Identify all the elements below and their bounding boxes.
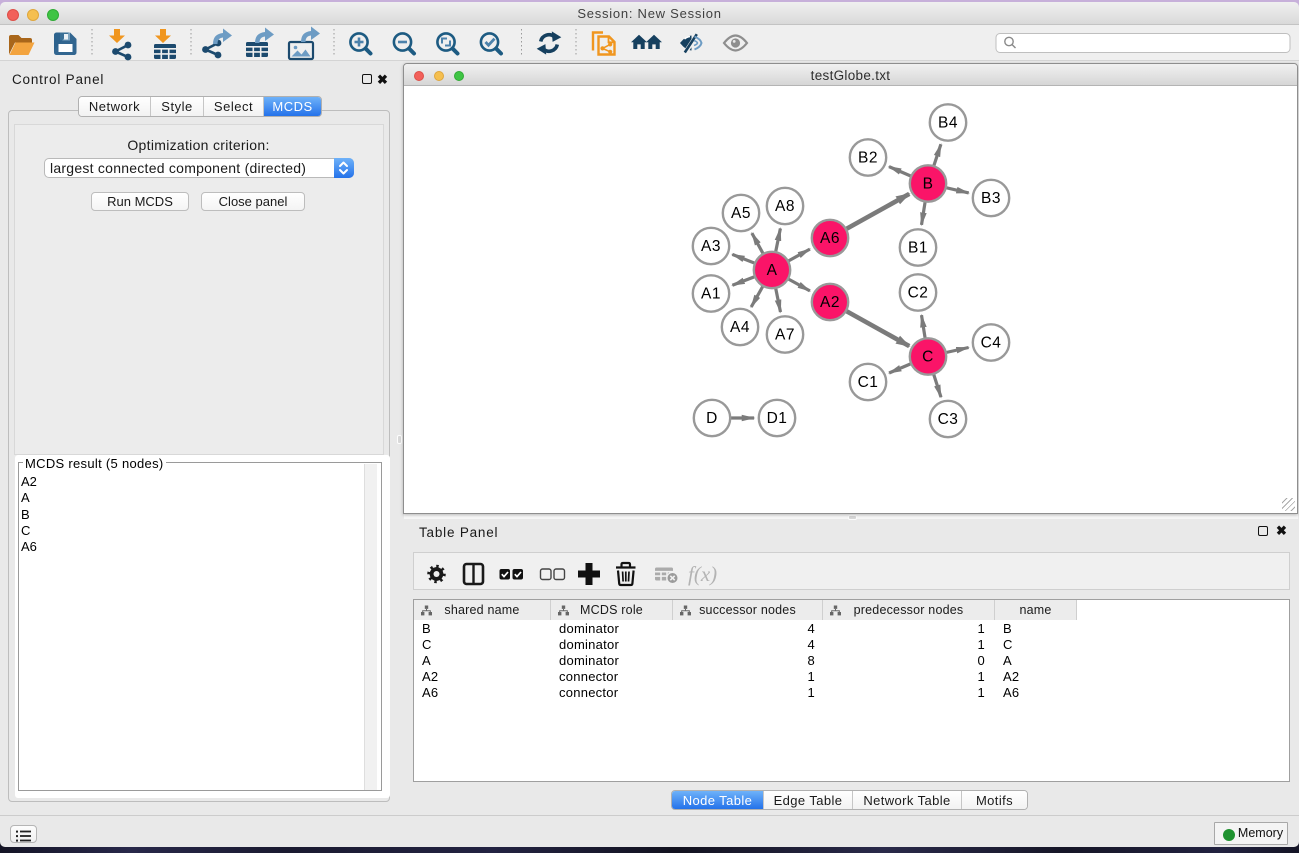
- svg-text:C: C: [922, 349, 934, 366]
- svg-text:B4: B4: [938, 115, 958, 132]
- svg-text:A3: A3: [701, 238, 721, 255]
- svg-text:f(x): f(x): [688, 562, 717, 586]
- svg-text:A: A: [767, 262, 778, 279]
- svg-text:C2: C2: [908, 285, 929, 302]
- svg-text:C4: C4: [981, 335, 1002, 352]
- svg-text:C1: C1: [858, 374, 879, 391]
- svg-text:B1: B1: [908, 240, 928, 257]
- svg-text:B3: B3: [981, 190, 1001, 207]
- svg-text:A4: A4: [730, 319, 750, 336]
- svg-text:A2: A2: [820, 294, 840, 311]
- svg-text:C3: C3: [938, 411, 959, 428]
- svg-text:D: D: [706, 410, 718, 427]
- svg-text:D1: D1: [767, 410, 788, 427]
- svg-text:A6: A6: [820, 230, 840, 247]
- svg-text:A5: A5: [731, 205, 751, 222]
- svg-text:A1: A1: [701, 286, 721, 303]
- svg-text:A8: A8: [775, 198, 795, 215]
- svg-text:B: B: [923, 176, 934, 193]
- svg-text:B2: B2: [858, 150, 878, 167]
- svg-text:A7: A7: [775, 327, 795, 344]
